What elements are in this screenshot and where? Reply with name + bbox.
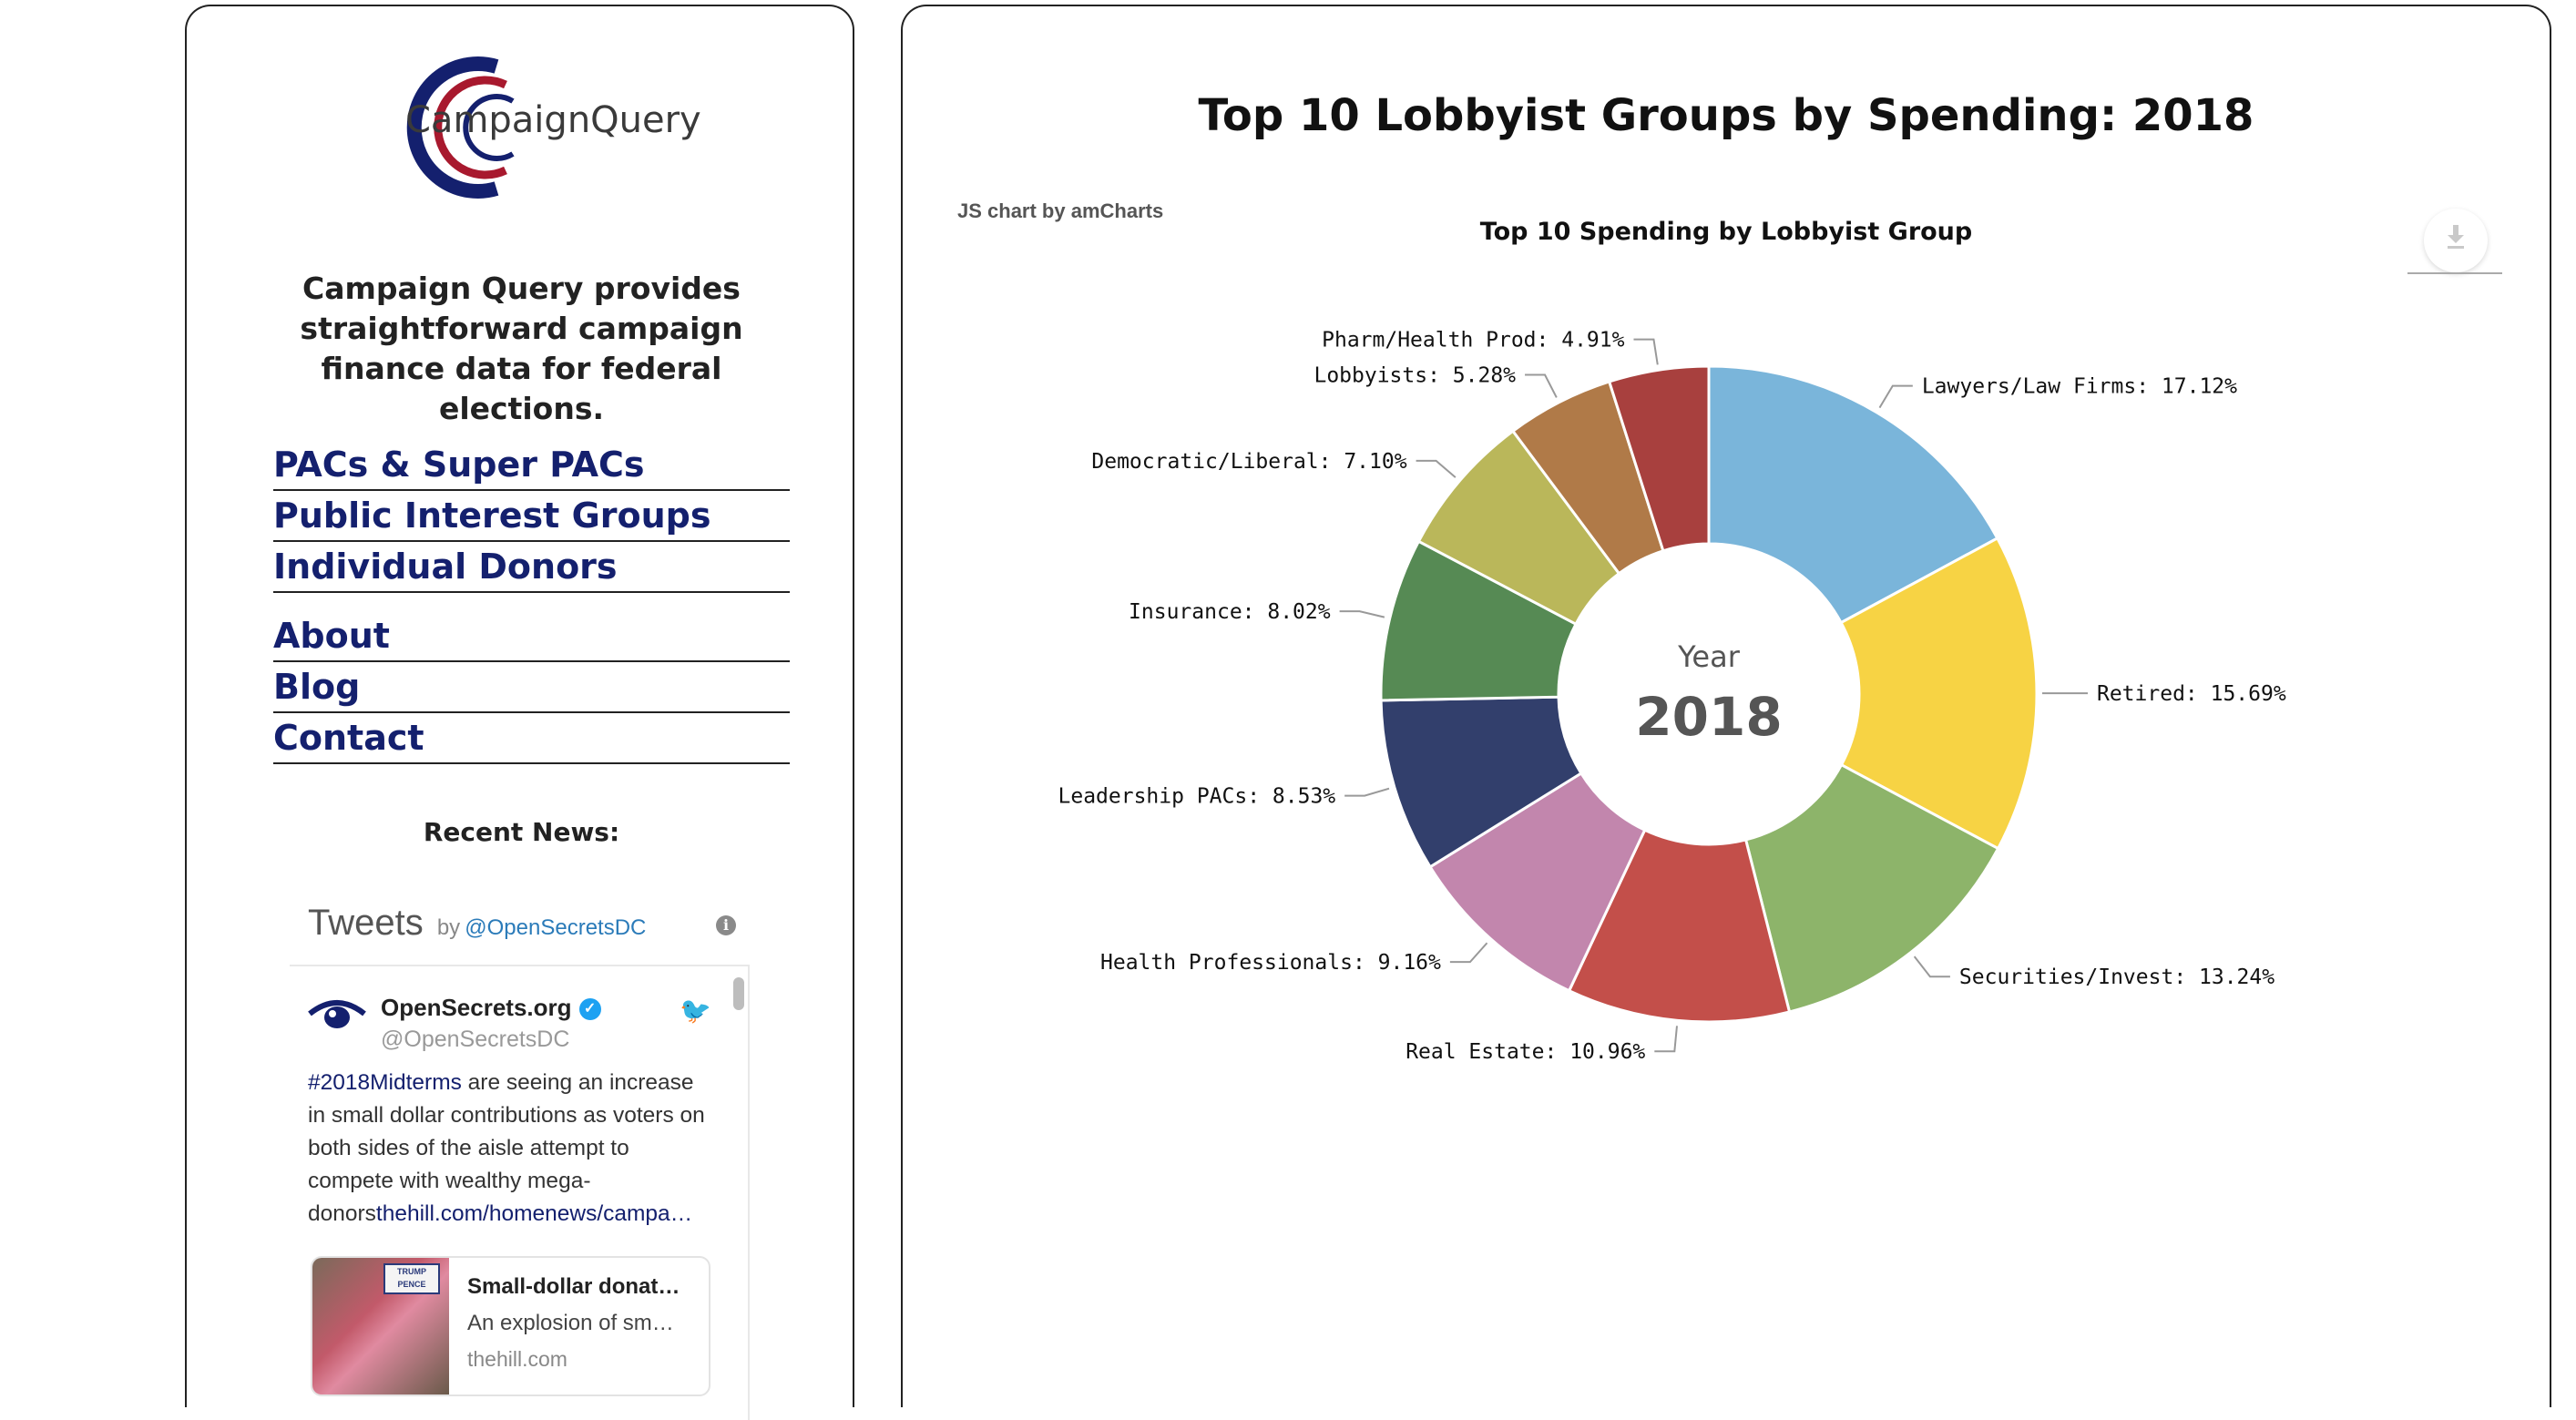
secondary-nav: About Blog Contact xyxy=(273,611,790,764)
center-value: 2018 xyxy=(1635,686,1782,748)
tweets-title: Tweets xyxy=(308,903,424,943)
primary-nav: PACs & Super PACs Public Interest Groups… xyxy=(273,440,790,593)
tweet-text: #2018Midterms are seeing an increase in … xyxy=(308,1067,709,1231)
slice-leader-line xyxy=(1879,386,1912,408)
tweet-author-handle[interactable]: @OpenSecretsDC xyxy=(381,1027,569,1053)
slice-label: Insurance: 8.02% xyxy=(1129,600,1331,624)
tweets-handle-link[interactable]: @OpenSecretsDC xyxy=(465,915,646,940)
nav-link-individual-donors[interactable]: Individual Donors xyxy=(273,542,790,593)
opensecrets-eye-icon[interactable] xyxy=(308,996,366,1032)
slice-leader-line xyxy=(1344,789,1389,796)
card-thumbnail-sign: TRUMP PENCE xyxy=(383,1263,440,1294)
card-thumbnail: TRUMP PENCE xyxy=(312,1258,449,1394)
tweets-header: Tweets by @OpenSecretsDC i xyxy=(308,903,736,948)
tweets-by: by xyxy=(437,915,460,940)
sidebar-panel: CampaignQuery Campaign Query provides st… xyxy=(185,5,854,1407)
card-title: Small-dollar donat… xyxy=(467,1274,680,1300)
slice-label: Lawyers/Law Firms: 17.12% xyxy=(1922,375,2237,399)
tweet-author[interactable]: OpenSecrets.org ✓ xyxy=(381,994,601,1022)
tweet-author-name[interactable]: OpenSecrets.org xyxy=(381,994,572,1021)
nav-link-pacs[interactable]: PACs & Super PACs xyxy=(273,440,790,491)
logo-wordmark[interactable]: CampaignQuery xyxy=(405,99,701,141)
donut-chart: Lawyers/Law Firms: 17.12% Retired: 15.69%… xyxy=(903,6,2550,1400)
twitter-bird-icon[interactable]: 🐦 xyxy=(680,996,711,1026)
nav-link-about[interactable]: About xyxy=(273,611,790,662)
slice-label: Democratic/Liberal: 7.10% xyxy=(1091,450,1406,474)
nav-link-contact[interactable]: Contact xyxy=(273,713,790,764)
slice-leader-line xyxy=(1340,611,1385,617)
slice-leader-line xyxy=(1633,340,1657,365)
slice-leader-line xyxy=(1450,943,1487,962)
info-icon[interactable]: i xyxy=(716,915,736,935)
card-description: An explosion of sm… xyxy=(467,1311,674,1336)
card-domain: thehill.com xyxy=(467,1347,567,1372)
slice-label: Real Estate: 10.96% xyxy=(1406,1040,1645,1064)
center-label: Year xyxy=(1677,639,1741,674)
slice-leader-line xyxy=(1416,461,1456,477)
tweet-url-link[interactable]: thehill.com/homenews/campa… xyxy=(376,1201,692,1226)
nav-link-public-interest-groups[interactable]: Public Interest Groups xyxy=(273,491,790,542)
slice-label: Health Professionals: 9.16% xyxy=(1100,951,1441,975)
nav-link-blog[interactable]: Blog xyxy=(273,662,790,713)
recent-news-heading: Recent News: xyxy=(241,817,802,847)
tweet-timeline[interactable]: OpenSecrets.org ✓ @OpenSecretsDC 🐦 #2018M… xyxy=(290,965,750,1420)
tweet-hashtag-link[interactable]: #2018Midterms xyxy=(308,1070,462,1095)
timeline-scrollbar[interactable] xyxy=(733,977,744,1010)
slice-label: Retired: 15.69% xyxy=(2097,682,2286,706)
slice-leader-line xyxy=(1525,374,1557,397)
slice-label: Securities/Invest: 13.24% xyxy=(1959,965,2274,989)
slice-label: Pharm/Health Prod: 4.91% xyxy=(1322,329,1624,352)
tweet-link-card[interactable]: TRUMP PENCE Small-dollar donat… An explo… xyxy=(311,1256,710,1396)
slice-label: Leadership PACs: 8.53% xyxy=(1058,785,1336,809)
slice-leader-line xyxy=(1915,956,1950,976)
verified-badge-icon: ✓ xyxy=(579,998,601,1020)
main-content-panel: Top 10 Lobbyist Groups by Spending: 2018… xyxy=(901,5,2551,1407)
slice-leader-line xyxy=(1654,1026,1677,1051)
slice-label: Lobbyists: 5.28% xyxy=(1314,363,1516,387)
tagline: Campaign Query provides straightforward … xyxy=(241,269,802,429)
